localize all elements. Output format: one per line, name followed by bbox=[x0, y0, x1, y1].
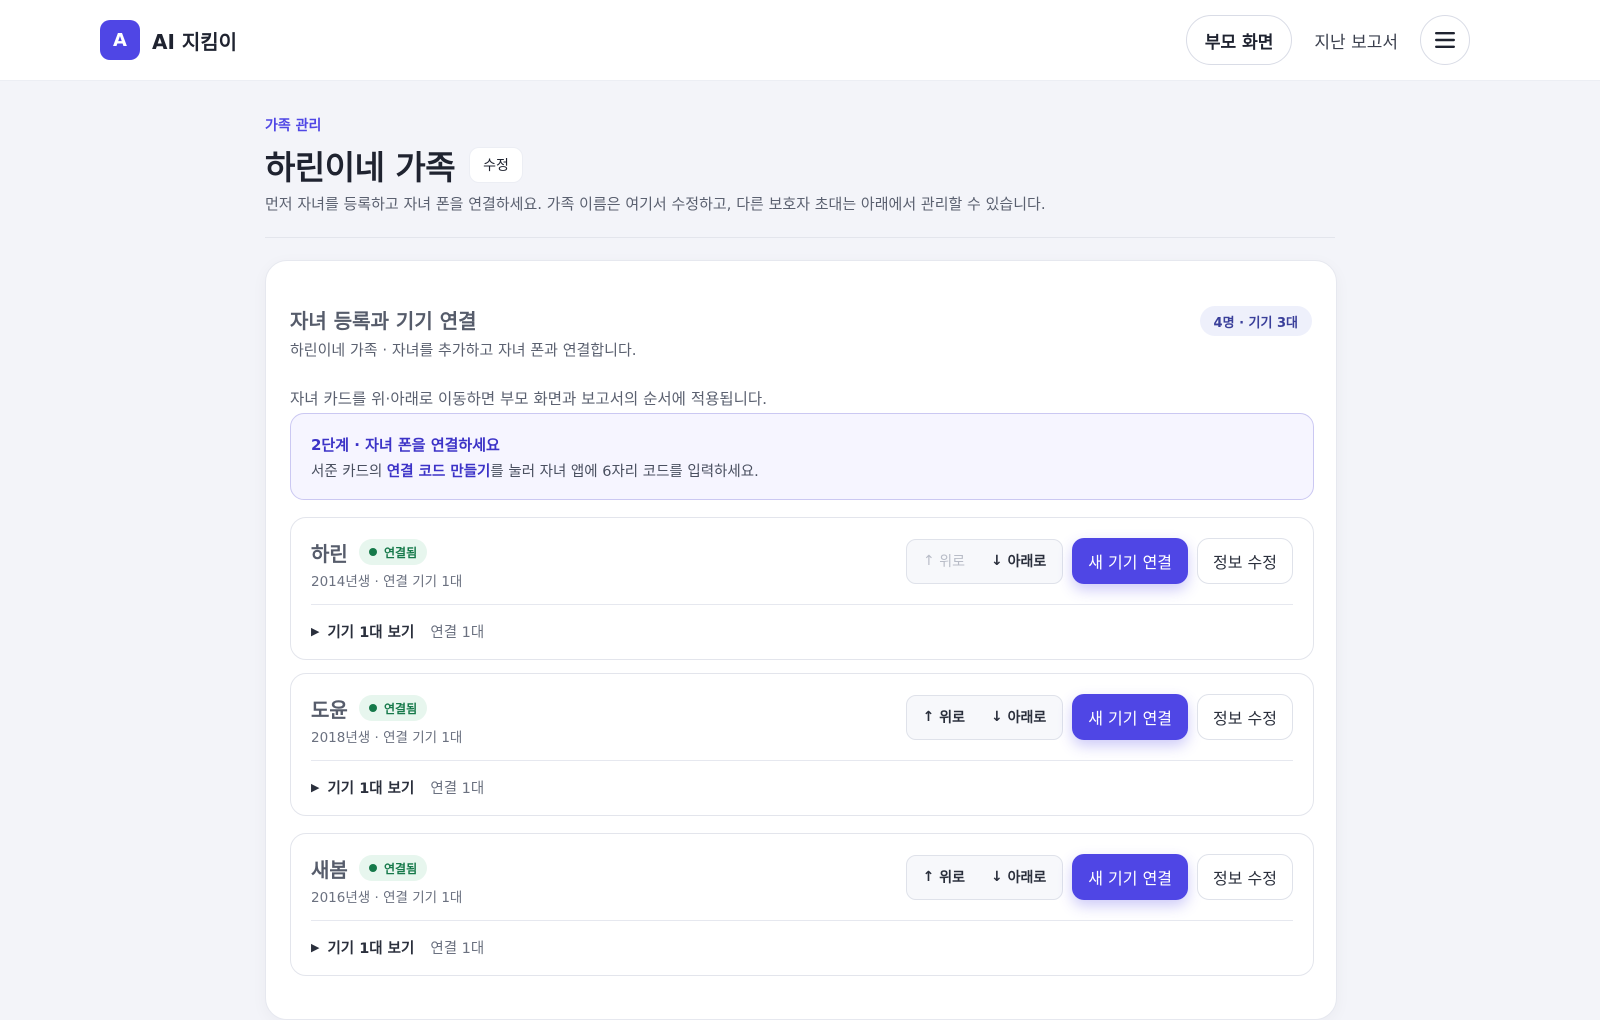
connect-device-button[interactable]: 새 기기 연결 bbox=[1072, 538, 1189, 584]
child-actions: ↑ 위로 ↓ 아래로 새 기기 연결 정보 수정 bbox=[905, 694, 1293, 740]
child-name: 하린 bbox=[311, 542, 348, 566]
move-down-button[interactable]: ↓ 아래로 bbox=[985, 551, 1052, 571]
move-up-button[interactable]: ↑ 위로 bbox=[917, 867, 971, 887]
edit-info-button[interactable]: 정보 수정 bbox=[1197, 694, 1293, 740]
move-group: ↑ 위로 ↓ 아래로 bbox=[905, 854, 1064, 900]
step-title: 2단계 · 자녀 폰을 연결하세요 bbox=[311, 436, 500, 454]
status-label: 연결됨 bbox=[384, 701, 418, 716]
status-badge: 연결됨 bbox=[359, 539, 428, 565]
connect-device-button[interactable]: 새 기기 연결 bbox=[1072, 694, 1189, 740]
move-group: ↑ 위로 ↓ 아래로 bbox=[905, 694, 1064, 740]
move-up-button[interactable]: ↑ 위로 bbox=[917, 707, 971, 727]
devices-count: 연결 1대 bbox=[430, 781, 485, 797]
child-divider bbox=[311, 760, 1293, 761]
triangle-right-icon: ▶ bbox=[311, 625, 320, 638]
arrow-down-icon: ↓ bbox=[991, 553, 1003, 569]
header-divider bbox=[265, 237, 1335, 238]
devices-row[interactable]: ▶ 기기 1대 보기 연결 1대 bbox=[311, 621, 484, 642]
status-dot-icon bbox=[369, 864, 377, 872]
step-desc-highlight: 연결 코드 만들기 bbox=[386, 464, 491, 480]
parent-screen-button[interactable]: 부모 화면 bbox=[1185, 15, 1293, 65]
edit-info-button[interactable]: 정보 수정 bbox=[1197, 854, 1293, 900]
count-badge: 4명 · 기기 3대 bbox=[1199, 306, 1312, 336]
arrow-up-icon: ↑ bbox=[923, 553, 935, 569]
step-callout: 2단계 · 자녀 폰을 연결하세요 서준 카드의 연결 코드 만들기를 눌러 자… bbox=[290, 413, 1314, 500]
child-divider bbox=[311, 920, 1293, 921]
move-down-label: 아래로 bbox=[1007, 710, 1047, 726]
section-title: 자녀 등록과 기기 연결 bbox=[290, 309, 477, 333]
status-label: 연결됨 bbox=[384, 545, 418, 560]
devices-row[interactable]: ▶ 기기 1대 보기 연결 1대 bbox=[311, 937, 484, 958]
arrow-down-icon: ↓ bbox=[991, 869, 1003, 885]
devices-row[interactable]: ▶ 기기 1대 보기 연결 1대 bbox=[311, 777, 484, 798]
child-actions: ↑ 위로 ↓ 아래로 새 기기 연결 정보 수정 bbox=[905, 854, 1293, 900]
child-meta: 2014년생 · 연결 기기 1대 bbox=[311, 574, 463, 590]
triangle-right-icon: ▶ bbox=[311, 941, 320, 954]
devices-toggle[interactable]: 기기 1대 보기 bbox=[327, 621, 414, 642]
child-meta: 2018년생 · 연결 기기 1대 bbox=[311, 730, 463, 746]
step-description: 서준 카드의 연결 코드 만들기를 눌러 자녀 앱에 6자리 코드를 입력하세요… bbox=[311, 460, 759, 481]
arrow-down-icon: ↓ bbox=[991, 709, 1003, 725]
move-down-button[interactable]: ↓ 아래로 bbox=[985, 867, 1052, 887]
arrow-up-icon: ↑ bbox=[922, 709, 935, 725]
child-meta: 2016년생 · 연결 기기 1대 bbox=[311, 890, 463, 906]
connect-device-button[interactable]: 새 기기 연결 bbox=[1072, 854, 1189, 900]
child-divider bbox=[311, 604, 1293, 605]
app-name: AI 지킴이 bbox=[152, 29, 238, 54]
status-badge: 연결됨 bbox=[359, 855, 428, 881]
child-name: 도윤 bbox=[311, 698, 348, 722]
step-desc-suffix: 를 눌러 자녀 앱에 6자리 코드를 입력하세요. bbox=[490, 464, 759, 480]
devices-count: 연결 1대 bbox=[430, 941, 485, 957]
move-up-label: 위로 bbox=[939, 870, 965, 886]
status-label: 연결됨 bbox=[384, 861, 418, 876]
brand[interactable]: A AI 지킴이 bbox=[100, 20, 237, 60]
status-dot-icon bbox=[369, 548, 377, 556]
child-name: 새봄 bbox=[311, 858, 348, 882]
page-description: 먼저 자녀를 등록하고 자녀 폰을 연결하세요. 가족 이름은 여기서 수정하고… bbox=[265, 195, 1046, 213]
page-title: 하린이네 가족 bbox=[265, 148, 456, 187]
section-subtitle: 하린이네 가족 · 자녀를 추가하고 자녀 폰과 연결합니다. bbox=[290, 341, 637, 359]
child-actions: ↑ 위로 ↓ 아래로 새 기기 연결 정보 수정 bbox=[906, 538, 1293, 584]
arrow-up-icon: ↑ bbox=[922, 869, 935, 885]
children-section-card: 자녀 등록과 기기 연결 하린이네 가족 · 자녀를 추가하고 자녀 폰과 연결… bbox=[265, 260, 1337, 1020]
child-card: 새봄 연결됨 2016년생 · 연결 기기 1대 ↑ 위로 ↓ 아래로 새 기기… bbox=[290, 833, 1314, 976]
hamburger-icon bbox=[1435, 32, 1455, 48]
devices-toggle[interactable]: 기기 1대 보기 bbox=[327, 937, 414, 958]
step-desc-prefix: 서준 카드의 bbox=[311, 464, 387, 480]
move-down-button[interactable]: ↓ 아래로 bbox=[985, 707, 1052, 727]
top-bar: A AI 지킴이 부모 화면 지난 보고서 bbox=[0, 0, 1600, 81]
edit-family-name-button[interactable]: 수정 bbox=[469, 147, 523, 183]
page-eyebrow: 가족 관리 bbox=[265, 118, 322, 134]
menu-button[interactable] bbox=[1420, 15, 1470, 65]
move-group: ↑ 위로 ↓ 아래로 bbox=[906, 538, 1064, 584]
devices-toggle[interactable]: 기기 1대 보기 bbox=[327, 777, 414, 798]
order-note: 자녀 카드를 위·아래로 이동하면 부모 화면과 보고서의 순서에 적용됩니다. bbox=[290, 390, 768, 408]
devices-count: 연결 1대 bbox=[430, 625, 485, 641]
move-up-label: 위로 bbox=[939, 554, 965, 570]
move-down-label: 아래로 bbox=[1007, 554, 1047, 570]
title-row: 하린이네 가족 수정 bbox=[265, 141, 523, 189]
move-down-label: 아래로 bbox=[1007, 870, 1047, 886]
status-badge: 연결됨 bbox=[359, 695, 428, 721]
child-card: 도윤 연결됨 2018년생 · 연결 기기 1대 ↑ 위로 ↓ 아래로 새 기기… bbox=[290, 673, 1314, 816]
top-nav: 부모 화면 지난 보고서 bbox=[1185, 15, 1470, 65]
move-up-button[interactable]: ↑ 위로 bbox=[917, 551, 971, 571]
move-up-label: 위로 bbox=[939, 710, 965, 726]
brand-logo: A bbox=[100, 20, 140, 60]
status-dot-icon bbox=[369, 704, 377, 712]
triangle-right-icon: ▶ bbox=[311, 781, 320, 794]
child-card: 하린 연결됨 2014년생 · 연결 기기 1대 ↑ 위로 ↓ 아래로 새 기기… bbox=[290, 517, 1314, 660]
past-reports-link[interactable]: 지난 보고서 bbox=[1314, 28, 1398, 53]
edit-info-button[interactable]: 정보 수정 bbox=[1197, 538, 1293, 584]
